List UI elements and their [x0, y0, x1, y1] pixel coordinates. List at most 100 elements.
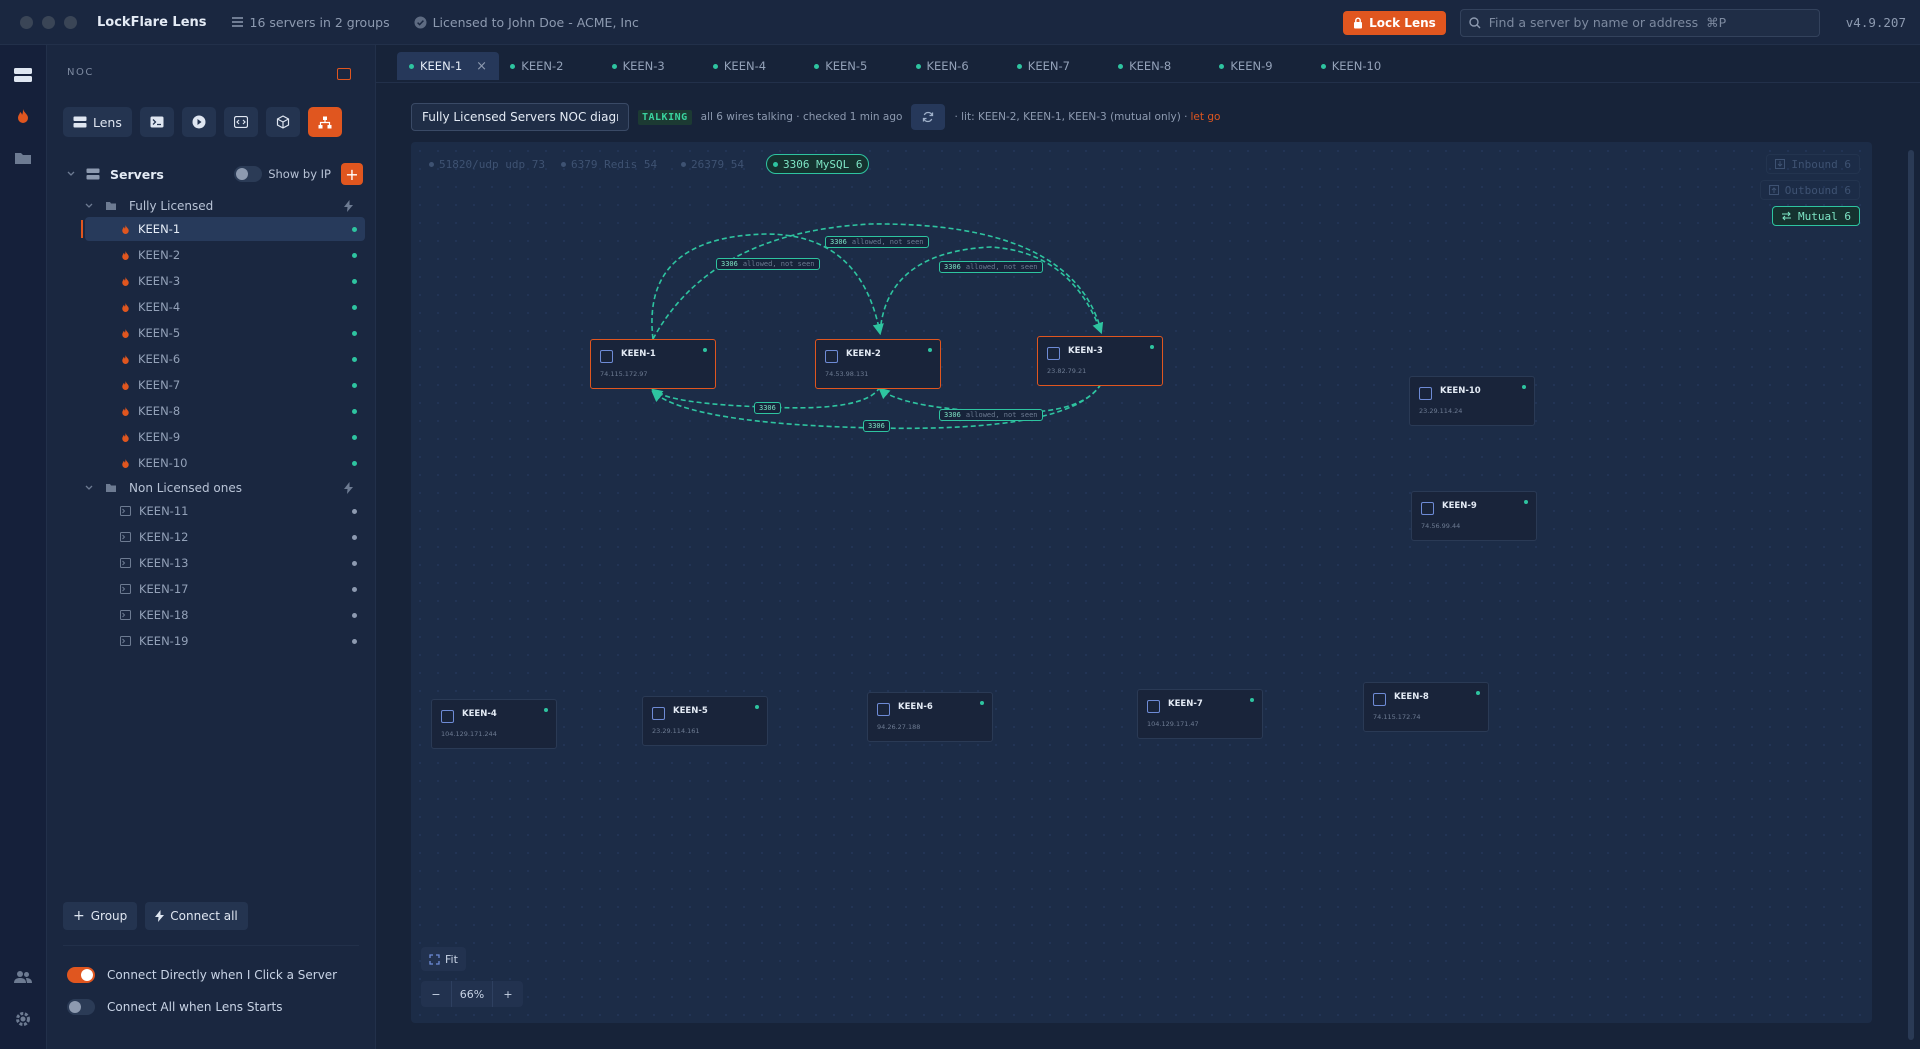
- zoom-level: 66%: [451, 981, 493, 1007]
- search-input[interactable]: [1488, 15, 1789, 30]
- minimize-window-button[interactable]: [42, 15, 55, 29]
- mode-code-button[interactable]: [223, 107, 258, 137]
- mode-diagram-button[interactable]: [307, 107, 342, 137]
- node-keen-1[interactable]: KEEN-1 74.115.172.97: [590, 339, 716, 389]
- fit-button[interactable]: Fit: [421, 947, 466, 971]
- node-keen-7[interactable]: KEEN-7 104.129.171.47: [1137, 689, 1263, 739]
- server-item-keen-9[interactable]: KEEN-9: [85, 425, 365, 449]
- wire-keen2-keen3[interactable]: [879, 246, 1104, 335]
- tab-status-dot: [409, 63, 414, 69]
- bolt-icon[interactable]: [344, 482, 353, 494]
- bolt-icon[interactable]: [344, 200, 353, 212]
- server-item-keen-6[interactable]: KEEN-6: [85, 347, 365, 371]
- tab-status-dot: [1118, 63, 1124, 69]
- tab-keen-7[interactable]: KEEN-7: [1005, 52, 1082, 80]
- tab-keen-8[interactable]: KEEN-8: [1106, 52, 1183, 80]
- tab-keen-4[interactable]: KEEN-4: [701, 52, 778, 80]
- servers-icon: [73, 116, 87, 128]
- wire-label[interactable]: 3306 allowed, not seen: [825, 236, 929, 248]
- wire-keen1-keen2[interactable]: [651, 233, 884, 340]
- tab-keen-3[interactable]: KEEN-3: [600, 52, 677, 80]
- main-scrollbar[interactable]: [1908, 150, 1914, 1040]
- server-search[interactable]: [1459, 8, 1820, 37]
- wire-label[interactable]: 3306: [754, 402, 781, 414]
- maximize-window-button[interactable]: [64, 15, 77, 29]
- add-group-button[interactable]: + Group: [63, 902, 138, 930]
- server-item-keen-11[interactable]: KEEN-11: [85, 499, 365, 523]
- server-item-keen-5[interactable]: KEEN-5: [85, 321, 365, 345]
- zoom-out-button[interactable]: −: [421, 981, 451, 1007]
- zoom-in-button[interactable]: +: [493, 981, 523, 1007]
- refresh-button[interactable]: [911, 104, 946, 130]
- lock-lens-button[interactable]: Lock Lens: [1343, 10, 1446, 35]
- diagram-name-input[interactable]: [411, 103, 629, 131]
- tab-keen-2[interactable]: KEEN-2: [498, 52, 575, 80]
- server-item-keen-8[interactable]: KEEN-8: [85, 399, 365, 423]
- server-item-keen-1[interactable]: KEEN-1: [81, 217, 365, 241]
- lit-message: · lit: KEEN-2, KEEN-1, KEEN-3 (mutual on…: [954, 111, 1188, 123]
- close-tab-icon[interactable]: ×: [476, 59, 487, 74]
- server-item-keen-2[interactable]: KEEN-2: [85, 243, 365, 267]
- tab-keen-5[interactable]: KEEN-5: [802, 52, 879, 80]
- node-keen-8[interactable]: KEEN-8 74.115.172.74: [1363, 682, 1489, 732]
- terminal-box-icon: [120, 532, 131, 542]
- server-item-keen-4[interactable]: KEEN-4: [85, 295, 365, 319]
- flame-icon: [122, 458, 129, 468]
- wire-label[interactable]: 3306: [863, 420, 890, 432]
- node-status-dot: [703, 348, 707, 352]
- offline-status-dot: [352, 612, 357, 618]
- server-item-keen-10[interactable]: KEEN-10: [85, 451, 365, 475]
- tab-status-dot: [915, 63, 921, 69]
- sidebar-collapse-icon[interactable]: [337, 68, 351, 80]
- flame-icon: [122, 328, 129, 338]
- node-keen-4[interactable]: KEEN-4 104.129.171.244: [431, 699, 557, 749]
- connect-all-start-toggle[interactable]: [67, 999, 95, 1015]
- node-keen-6[interactable]: KEEN-6 94.26.27.188: [867, 692, 993, 742]
- group-row-fully-licensed[interactable]: Fully Licensed: [85, 195, 365, 217]
- app-version: v4.9.207: [1845, 15, 1906, 30]
- server-item-keen-18[interactable]: KEEN-18: [85, 603, 365, 627]
- window-controls: [20, 15, 77, 29]
- let-go-link[interactable]: let go: [1191, 111, 1221, 123]
- tab-label: KEEN-2: [521, 59, 564, 73]
- rail-folder-button[interactable]: [12, 147, 34, 169]
- mode-run-button[interactable]: [181, 107, 216, 137]
- server-item-keen-13[interactable]: KEEN-13: [85, 551, 365, 575]
- mode-package-button[interactable]: [265, 107, 300, 137]
- connect-directly-toggle[interactable]: [67, 967, 95, 983]
- flame-icon: [122, 276, 129, 286]
- node-keen-3[interactable]: KEEN-3 23.82.79.21: [1037, 336, 1163, 386]
- node-keen-5[interactable]: KEEN-5 23.29.114.161: [642, 696, 768, 746]
- tab-keen-6[interactable]: KEEN-6: [904, 52, 981, 80]
- chevron-down-icon[interactable]: [67, 171, 75, 177]
- online-status-dot: [352, 434, 357, 440]
- server-item-keen-7[interactable]: KEEN-7: [85, 373, 365, 397]
- rail-flame-button[interactable]: [12, 105, 34, 127]
- node-name: KEEN-1: [621, 349, 656, 359]
- server-item-keen-3[interactable]: KEEN-3: [85, 269, 365, 293]
- mode-lens-button[interactable]: Lens: [63, 107, 132, 137]
- group-row-non-licensed[interactable]: Non Licensed ones: [85, 477, 365, 499]
- mode-terminal-button[interactable]: [139, 107, 174, 137]
- close-window-button[interactable]: [20, 15, 33, 29]
- connect-all-button[interactable]: Connect all: [145, 902, 248, 930]
- tab-keen-10[interactable]: KEEN-10: [1309, 52, 1393, 80]
- wire-label[interactable]: 3306 allowed, not seen: [716, 258, 820, 270]
- node-keen-10[interactable]: KEEN-10 23.29.114.24: [1409, 376, 1535, 426]
- rail-servers-button[interactable]: [12, 64, 34, 86]
- node-keen-9[interactable]: KEEN-9 74.56.99.44: [1411, 491, 1537, 541]
- tab-keen-9[interactable]: KEEN-9: [1207, 52, 1284, 80]
- node-ip: 74.56.99.44: [1421, 522, 1461, 530]
- show-by-ip-toggle[interactable]: [234, 166, 263, 182]
- server-item-keen-19[interactable]: KEEN-19: [85, 629, 365, 653]
- node-keen-2[interactable]: KEEN-2 74.53.98.131: [815, 339, 941, 389]
- server-item-keen-17[interactable]: KEEN-17: [85, 577, 365, 601]
- rail-settings-button[interactable]: [12, 1008, 34, 1030]
- wire-label[interactable]: 3306 allowed, not seen: [939, 261, 1043, 273]
- rail-users-button[interactable]: [12, 966, 34, 988]
- diagram-canvas[interactable]: 51820/udp udp 73 6379 Redis 54 26379 54 330…: [411, 142, 1872, 1023]
- tab-keen-1[interactable]: KEEN-1 ×: [397, 52, 500, 80]
- wire-label[interactable]: 3306 allowed, not seen: [939, 409, 1043, 421]
- server-item-keen-12[interactable]: KEEN-12: [85, 525, 365, 549]
- add-server-button[interactable]: +: [341, 163, 363, 185]
